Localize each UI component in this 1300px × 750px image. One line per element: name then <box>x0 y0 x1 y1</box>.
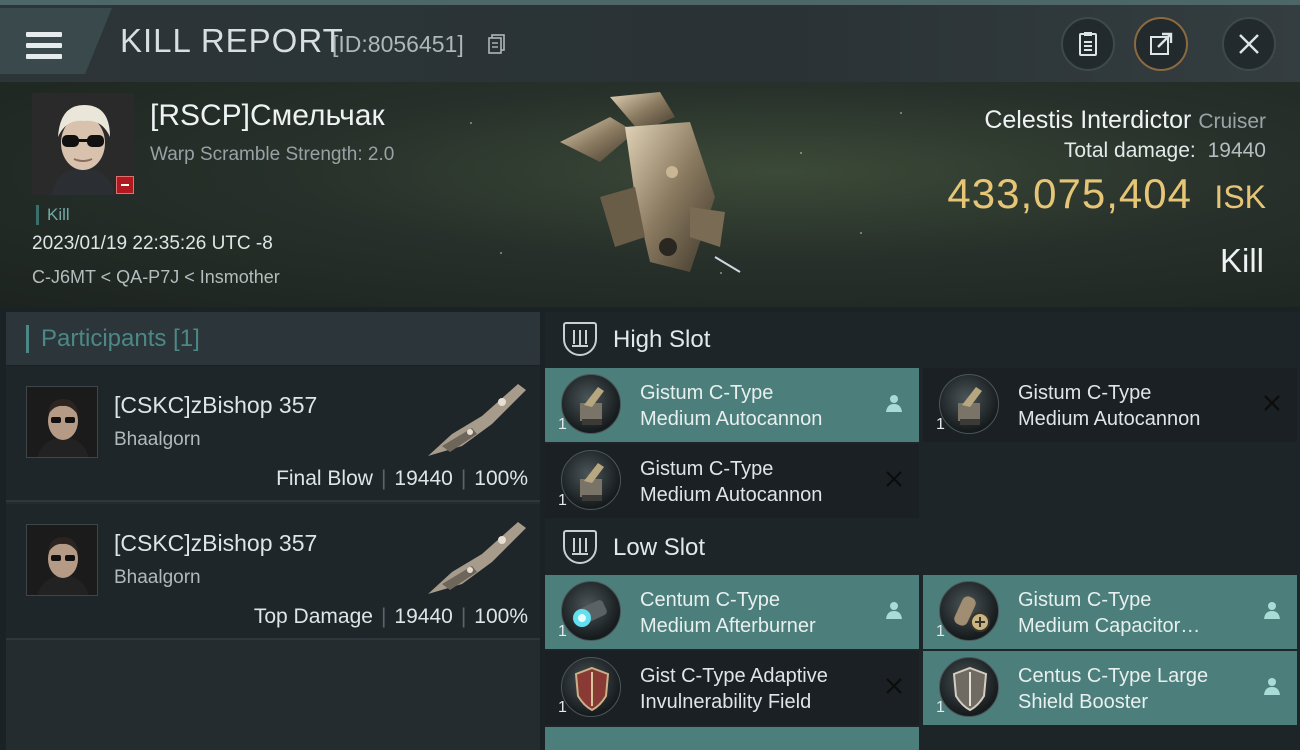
participant-role: Top Damage <box>253 605 373 628</box>
warp-scramble-strength: Warp Scramble Strength: 2.0 <box>150 144 395 165</box>
fitting-panel: High Slot 1 Gistum C-Type Medium Autocan… <box>545 312 1300 750</box>
kill-location[interactable]: C-J6MT < QA-P7J < Insmother <box>32 267 280 288</box>
low-slot-label: Low Slot <box>613 534 706 561</box>
avatar <box>26 524 98 596</box>
autocannon-icon <box>939 374 999 434</box>
afterburner-icon <box>561 581 621 641</box>
shield-icon <box>561 657 621 717</box>
participant-ship: Bhaalgorn <box>114 429 201 450</box>
participants-panel: Participants [1] [CSKC]zBishop 357 Bhaal… <box>6 312 540 750</box>
close-icon <box>886 471 902 487</box>
module-slot[interactable]: 1 Gist C-Type Adaptive Invulnerability F… <box>545 651 919 725</box>
ship-render-icon[interactable] <box>540 87 770 297</box>
autocannon-icon <box>561 374 621 434</box>
autocannon-icon <box>561 450 621 510</box>
kill-id: [ID:8056451] <box>332 31 464 57</box>
close-icon <box>1239 34 1259 54</box>
module-name: Gistum C-Type Medium Autocannon <box>1018 382 1201 430</box>
close-icon <box>1264 395 1280 411</box>
module-quantity: 1 <box>558 416 567 433</box>
victim-name[interactable]: [RSCP]Смельчак <box>150 99 385 133</box>
victim-banner: [RSCP]Смельчак Warp Scramble Strength: 2… <box>0 82 1300 307</box>
ship-class: Cruiser <box>1198 110 1266 133</box>
report-button[interactable] <box>1061 17 1115 71</box>
ship-render-icon <box>428 384 526 456</box>
close-icon <box>886 678 902 694</box>
low-slot-header: Low Slot <box>545 520 1300 574</box>
page-title: KILL REPORT <box>120 22 344 59</box>
total-damage-value: 19440 <box>1207 139 1266 162</box>
share-button[interactable] <box>1134 17 1188 71</box>
participant-role: Final Blow <box>276 467 373 490</box>
module-quantity: 1 <box>936 699 945 716</box>
person-icon <box>1264 602 1280 619</box>
kill-tag: Kill <box>36 205 70 225</box>
person-icon <box>886 602 902 619</box>
high-slot-label: High Slot <box>613 326 711 353</box>
copy-icon[interactable] <box>488 34 506 54</box>
module-name: Centus C-Type Large Shield Booster <box>1018 665 1209 713</box>
kill-result: Kill <box>1219 242 1264 279</box>
module-name: Gistum C-Type Medium Autocannon <box>640 382 823 430</box>
capacitor-icon <box>939 581 999 641</box>
module-slot[interactable]: 1 Centus C-Type Large Shield Booster <box>923 651 1297 725</box>
participant-name: [CSKC]zBishop 357 <box>114 392 318 418</box>
module-name: Gist C-Type Adaptive Invulnerability Fie… <box>640 665 828 713</box>
total-damage: Total damage: 19440 <box>1064 139 1266 163</box>
participants-title: Participants [1] <box>26 325 200 353</box>
module-quantity: 1 <box>558 492 567 509</box>
isk-value: 433,075,404 <box>947 170 1192 217</box>
avatar <box>26 386 98 458</box>
person-icon <box>1264 678 1280 695</box>
module-quantity: 1 <box>936 623 945 640</box>
high-slot-icon <box>563 322 597 356</box>
ship-name: Celestis Interdictor <box>984 106 1192 134</box>
shield-booster-icon <box>939 657 999 717</box>
isk-value-row: 433,075,404 ISK <box>947 170 1266 218</box>
participants-header[interactable]: Participants [1] <box>6 312 540 366</box>
module-name: Gistum C-Type Medium Capacitor… <box>1018 589 1201 637</box>
module-name: Gistum C-Type Medium Autocannon <box>640 458 823 506</box>
participant-row[interactable]: [CSKC]zBishop 357 Bhaalgorn Final Blow | 1… <box>6 366 540 502</box>
module-slot[interactable]: 1 Gistum C-Type Medium Autocannon <box>545 444 919 518</box>
participant-percent: 100% <box>474 467 528 490</box>
participant-ship: Bhaalgorn <box>114 567 201 588</box>
participant-name: [CSKC]zBishop 357 <box>114 530 318 556</box>
victim-ship[interactable]: Celestis Interdictor Cruiser <box>984 106 1266 135</box>
participant-percent: 100% <box>474 605 528 628</box>
character-portrait-icon <box>27 525 97 595</box>
person-icon <box>886 395 902 412</box>
module-quantity: 1 <box>936 416 945 433</box>
participant-stats: Top Damage | 19440 | 100% <box>253 605 528 628</box>
module-quantity: 1 <box>558 699 567 716</box>
module-slot[interactable]: 1 Gistum C-Type Medium Autocannon <box>545 368 919 442</box>
menu-button[interactable] <box>0 8 112 74</box>
low-slot-icon <box>563 530 597 564</box>
module-name: Centum C-Type Medium Afterburner <box>640 589 816 637</box>
module-slot[interactable]: 1 Gistum C-Type Medium Capacitor… <box>923 575 1297 649</box>
share-icon <box>1150 32 1173 55</box>
close-button[interactable] <box>1222 17 1276 71</box>
kill-datetime: 2023/01/19 22:35:26 UTC -8 <box>32 233 273 254</box>
hamburger-icon <box>26 32 62 60</box>
module-slot[interactable]: 1 Gistum C-Type Medium Autocannon <box>923 368 1297 442</box>
clipboard-icon <box>1079 32 1097 56</box>
total-damage-label: Total damage: <box>1063 139 1196 162</box>
negative-standing-icon <box>116 176 134 194</box>
module-slot-partial[interactable] <box>545 727 919 750</box>
high-slot-header: High Slot <box>545 312 1300 366</box>
isk-unit: ISK <box>1214 179 1266 215</box>
character-portrait-icon <box>27 387 97 457</box>
module-quantity: 1 <box>558 623 567 640</box>
participant-stats: Final Blow | 19440 | 100% <box>276 467 528 490</box>
header-bar: KILL REPORT [ID:8056451] <box>0 0 1300 82</box>
participant-damage: 19440 <box>394 605 453 628</box>
participant-row[interactable]: [CSKC]zBishop 357 Bhaalgorn Top Damage | 1… <box>6 504 540 640</box>
header-accent-line <box>0 0 1300 5</box>
participant-damage: 19440 <box>394 467 453 490</box>
module-slot[interactable]: 1 Centum C-Type Medium Afterburner <box>545 575 919 649</box>
ship-render-icon <box>428 522 526 594</box>
